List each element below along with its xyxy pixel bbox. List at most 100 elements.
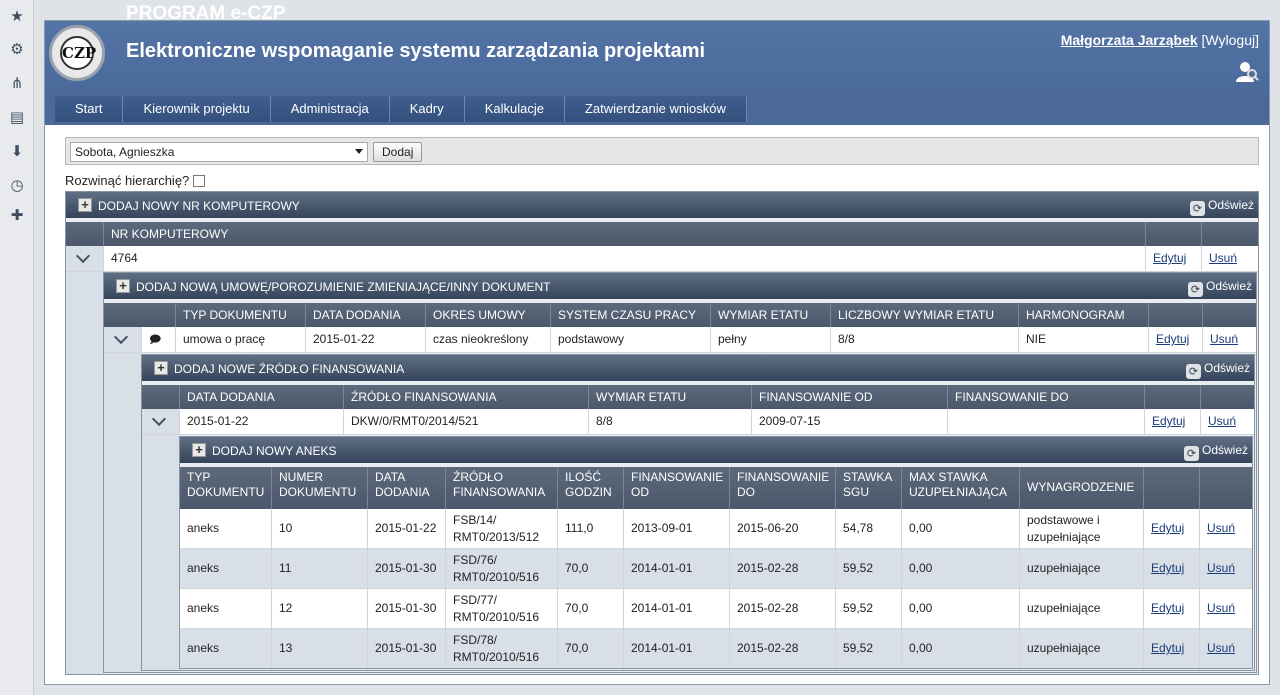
col-annex-date: DATA DODANIA xyxy=(368,467,446,509)
history-icon[interactable]: ◷ xyxy=(9,177,25,193)
funding-to-value xyxy=(948,409,1145,434)
funding-from-value: 2009-07-15 xyxy=(752,409,948,434)
add-annex-icon[interactable]: + xyxy=(192,443,206,457)
col-funding-source: ŹRÓDŁO FINANSOWANIA xyxy=(344,385,589,409)
table-row: 🗩 umowa o pracę 2015-01-22 czas nieokreś… xyxy=(104,327,1256,353)
refresh-agreement[interactable]: ⟳ Odśwież xyxy=(1187,278,1252,297)
delete-link[interactable]: Usuń xyxy=(1209,250,1237,267)
plus-icon[interactable]: ✚ xyxy=(9,207,25,223)
col-annex-hours: ILOŚĆ GODZIN xyxy=(558,467,624,509)
add-annex-button[interactable]: DODAJ NOWY ANEKS xyxy=(212,444,336,458)
nav-project-manager[interactable]: Kierownik projektu xyxy=(123,96,271,122)
indent-column xyxy=(66,272,104,674)
employee-select-value: Sobota, Agnieszka xyxy=(75,145,175,159)
funding-header: DATA DODANIA ŹRÓDŁO FINANSOWANIA WYMIAR … xyxy=(142,385,1254,409)
user-name-link[interactable]: Małgorzata Jarząbek xyxy=(1061,32,1198,48)
doc-type-value: umowa o pracę xyxy=(176,327,306,352)
col-work-time-system: SYSTEM CZASU PRACY xyxy=(551,303,711,327)
add-funding-button[interactable]: DODAJ NOWE ŹRÓDŁO FINANSOWANIA xyxy=(174,362,404,376)
computer-number-header: NR KOMPUTEROWY xyxy=(66,222,1258,246)
download-icon[interactable]: ⬇ xyxy=(9,143,25,159)
nav-start[interactable]: Start xyxy=(55,96,124,122)
nav-calculations[interactable]: Kalkulacje xyxy=(464,96,565,122)
logout-link[interactable]: [Wyloguj] xyxy=(1202,32,1259,48)
col-annex-doc-type: TYP DOKUMENTU xyxy=(180,467,272,509)
schedule-value: NIE xyxy=(1019,327,1149,352)
add-agreement-button[interactable]: DODAJ NOWĄ UMOWĘ/POROZUMIENIE ZMIENIAJĄC… xyxy=(136,280,550,294)
note-icon[interactable]: ▤ xyxy=(9,109,25,125)
user-area: Małgorzata Jarząbek [Wyloguj] xyxy=(1061,32,1259,48)
left-rail: ★ ⚙ ⋔ ▤ ⬇ ◷ ✚ xyxy=(0,0,34,695)
table-row: aneks 11 2015-01-30 FSD/76/RMT0/2010/516… xyxy=(180,549,1252,589)
expand-hierarchy-checkbox[interactable] xyxy=(193,175,206,187)
col-annex-pay: WYNAGRODZENIE xyxy=(1020,467,1144,509)
delete-link[interactable]: Usuń xyxy=(1208,413,1236,430)
annex-toolbar: + DODAJ NOWY ANEKS ⟳ Odśwież xyxy=(180,437,1252,463)
table-row: 4764 Edytuj Usuń xyxy=(66,246,1258,272)
nav-approvals[interactable]: Zatwierdzanie wniosków xyxy=(564,96,747,122)
czp-logo: CZP xyxy=(49,25,105,81)
edit-link[interactable]: Edytuj xyxy=(1156,331,1189,348)
chevron-down-icon[interactable] xyxy=(113,329,129,345)
add-computer-number-icon[interactable]: + xyxy=(78,198,92,212)
annex-header: TYP DOKUMENTU NUMER DOKUMENTU DATA DODANIA … xyxy=(180,467,1252,509)
nav-staff[interactable]: Kadry xyxy=(389,96,465,122)
share-icon[interactable]: ⋔ xyxy=(9,75,25,91)
delete-link[interactable]: Usuń xyxy=(1207,640,1235,657)
app-header: CZP Elektroniczne wspomaganie systemu za… xyxy=(45,21,1269,93)
indent-column xyxy=(104,353,142,672)
refresh-icon: ⟳ xyxy=(1183,446,1199,461)
col-computer-number: NR KOMPUTEROWY xyxy=(104,222,1146,246)
col-annex-from: FINANSOWANIE OD xyxy=(624,467,730,509)
annex-panel: + DODAJ NOWY ANEKS ⟳ Odśwież TYP DOKUMENTU… xyxy=(179,436,1253,669)
nav-administration[interactable]: Administracja xyxy=(270,96,390,122)
chevron-down-icon[interactable] xyxy=(151,411,167,427)
refresh-icon: ⟳ xyxy=(1187,282,1203,297)
edit-link[interactable]: Edytuj xyxy=(1151,640,1184,657)
edit-link[interactable]: Edytuj xyxy=(1153,250,1186,267)
contract-period-value: czas nieokreślony xyxy=(426,327,551,352)
gear-icon[interactable]: ⚙ xyxy=(9,41,25,57)
col-numeric-fte: LICZBOWY WYMIAR ETATU xyxy=(831,303,1019,327)
delete-link[interactable]: Usuń xyxy=(1207,560,1235,577)
user-profile-icon[interactable] xyxy=(1235,59,1259,83)
refresh-annex[interactable]: ⟳ Odśwież xyxy=(1183,442,1248,461)
funding-date-value: 2015-01-22 xyxy=(180,409,344,434)
date-added-value: 2015-01-22 xyxy=(306,327,426,352)
edit-link[interactable]: Edytuj xyxy=(1151,560,1184,577)
refresh-icon: ⟳ xyxy=(1189,201,1205,216)
refresh-computer-number[interactable]: ⟳ Odśwież xyxy=(1189,197,1254,216)
col-annex-source: ŹRÓDŁO FINANSOWANIA xyxy=(446,467,558,509)
col-annex-to: FINANSOWANIE DO xyxy=(730,467,836,509)
computer-number-value: 4764 xyxy=(104,246,1146,271)
numeric-fte-value: 8/8 xyxy=(831,327,1019,352)
delete-link[interactable]: Usuń xyxy=(1207,600,1235,617)
agreement-toolbar: + DODAJ NOWĄ UMOWĘ/POROZUMIENIE ZMIENIAJ… xyxy=(104,273,1256,299)
edit-link[interactable]: Edytuj xyxy=(1151,600,1184,617)
work-time-system-value: podstawowy xyxy=(551,327,711,352)
add-employee-button[interactable]: Dodaj xyxy=(373,142,423,162)
add-agreement-icon[interactable]: + xyxy=(116,279,130,293)
delete-link[interactable]: Usuń xyxy=(1207,520,1235,537)
edit-link[interactable]: Edytuj xyxy=(1152,413,1185,430)
col-annex-rate: STAWKA SGU xyxy=(836,467,902,509)
computer-number-toolbar: + DODAJ NOWY NR KOMPUTEROWY ⟳ Odśwież xyxy=(66,192,1258,218)
refresh-funding[interactable]: ⟳ Odśwież xyxy=(1185,360,1250,379)
employee-select[interactable]: Sobota, Agnieszka xyxy=(70,142,368,162)
chevron-down-icon[interactable] xyxy=(75,248,91,264)
comment-icon[interactable]: 🗩 xyxy=(142,327,176,352)
star-icon[interactable]: ★ xyxy=(9,8,25,24)
add-computer-number-button[interactable]: DODAJ NOWY NR KOMPUTEROWY xyxy=(98,199,300,213)
edit-link[interactable]: Edytuj xyxy=(1151,520,1184,537)
col-annex-number: NUMER DOKUMENTU xyxy=(272,467,368,509)
add-funding-icon[interactable]: + xyxy=(154,361,168,375)
col-annex-max-rate: MAX STAWKA UZUPEŁNIAJĄCA xyxy=(902,467,1020,509)
chevron-down-icon xyxy=(355,149,363,154)
table-row: aneks 13 2015-01-30 FSD/78/RMT0/2010/516… xyxy=(180,629,1252,668)
col-fte: WYMIAR ETATU xyxy=(711,303,831,327)
fte-value: pełny xyxy=(711,327,831,352)
col-doc-type: TYP DOKUMENTU xyxy=(176,303,306,327)
col-date-added: DATA DODANIA xyxy=(306,303,426,327)
logo-text: CZP xyxy=(60,36,96,70)
delete-link[interactable]: Usuń xyxy=(1210,331,1238,348)
